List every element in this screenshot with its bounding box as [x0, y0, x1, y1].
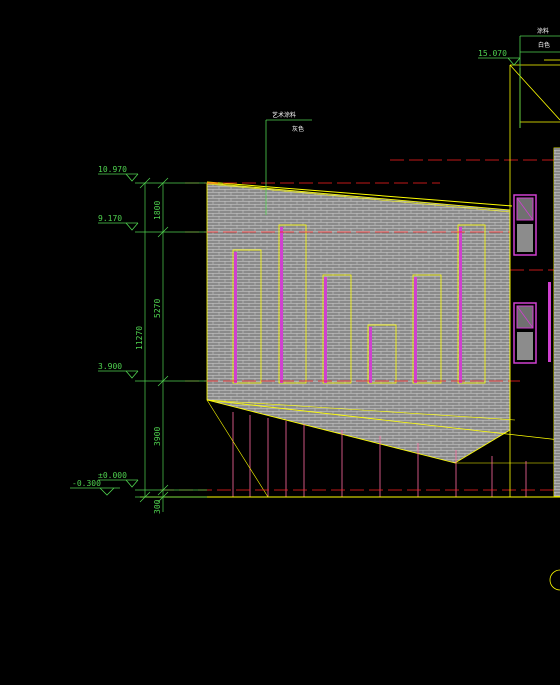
level-10970: 10.970 [98, 165, 127, 174]
elevation-drawing: 10.970 9.170 3.900 ±0.000 -0.300 15.070 … [70, 27, 560, 591]
note-top-color: 白色 [538, 41, 550, 49]
dim-1800: 1800 [153, 201, 162, 220]
level-9170: 9.170 [98, 214, 122, 223]
note-top-material: 涂料 [537, 27, 549, 35]
note-wall-material: 艺术涂料 [272, 111, 296, 119]
dim-300: 300 [153, 499, 162, 514]
dim-11270: 11270 [135, 326, 144, 350]
dim-5270: 5270 [153, 299, 162, 318]
level-minus-300: -0.300 [72, 479, 101, 488]
dim-3900: 3900 [153, 427, 162, 446]
level-15070: 15.070 [478, 49, 507, 58]
tower-windows [513, 194, 551, 364]
tower-block [509, 59, 560, 497]
note-wall-color: 灰色 [292, 125, 304, 133]
dimension-chain [135, 177, 207, 512]
level-0000: ±0.000 [98, 471, 127, 480]
tower-brick-strip [554, 148, 560, 496]
level-3900: 3.900 [98, 362, 122, 371]
